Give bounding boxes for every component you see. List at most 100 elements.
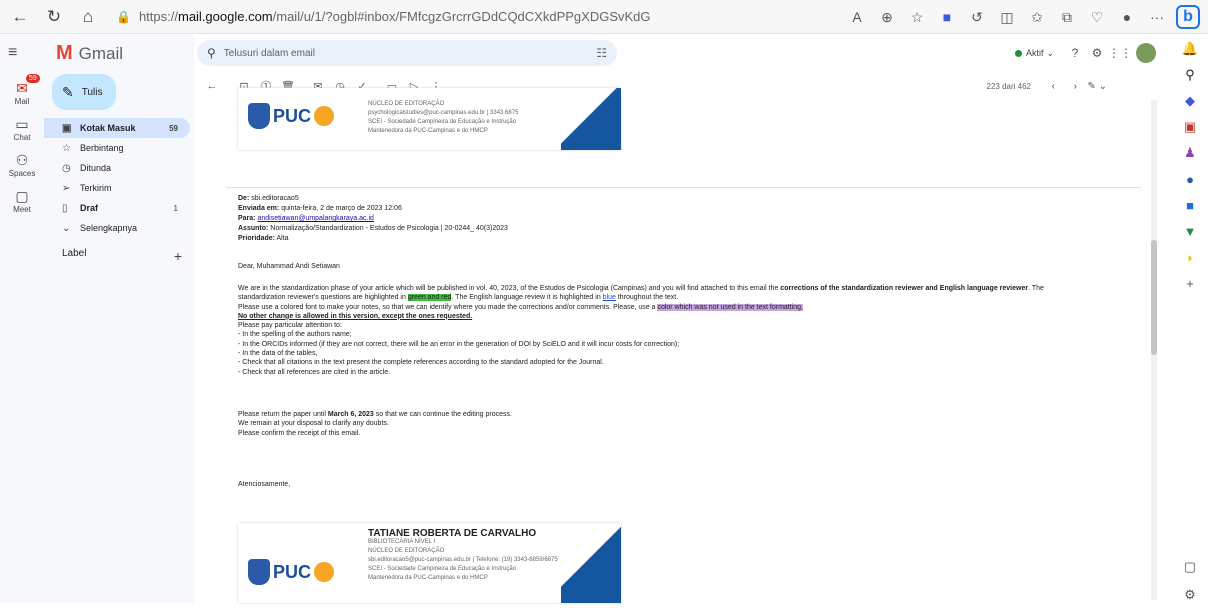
signature-wave: [561, 523, 621, 603]
signature-wave: [561, 88, 621, 150]
labels-title: Label: [62, 248, 87, 259]
subject-value: Normalização/Standardization - Estudos d…: [270, 225, 508, 232]
crest-icon: [248, 559, 270, 585]
performance-icon[interactable]: ♡: [1082, 0, 1112, 34]
list-item: - In the ORCIDs informed (if they are no…: [238, 340, 680, 348]
apps-icon[interactable]: ⋮⋮: [1108, 46, 1132, 60]
favorites-icon[interactable]: ✩: [1022, 0, 1052, 34]
meet-icon: ▢: [15, 188, 29, 204]
collections-icon[interactable]: ⧉: [1052, 0, 1082, 34]
sig-line: Mantenedora da PUC-Campinas e do HMCP: [368, 128, 488, 134]
sidebar-item-starred[interactable]: ☆ Berbintang: [44, 138, 190, 158]
sent-value: quinta-feira, 2 de março de 2023 12:06: [281, 205, 402, 212]
sidebar-settings-icon[interactable]: ⚙: [1172, 582, 1208, 608]
lock-icon: 🔒: [116, 9, 131, 24]
edge-sidebar: 🔔 ⚲ ◆ ▣ ♟ ● ■ ▼ ◗ + ▢ ⚙: [1172, 34, 1208, 603]
pencil-icon: ✎: [62, 83, 74, 100]
sidebar-item-inbox[interactable]: ▣ Kotak Masuk 59: [44, 118, 190, 138]
gmail-logo[interactable]: M Gmail: [56, 42, 123, 65]
compose-label: Tulis: [81, 86, 103, 98]
chevron-down-icon: ⌄: [62, 222, 71, 234]
priority-label: Prioridade:: [238, 235, 275, 242]
blue-highlight: blue: [602, 294, 616, 302]
search-input[interactable]: Telusuri dalam email: [224, 48, 315, 59]
bing-icon[interactable]: b: [1176, 5, 1200, 29]
sig-line: SCEI - Sociedade Campineira de Educação …: [368, 566, 517, 572]
body-text: so that we can continue the editing proc…: [373, 411, 512, 418]
add-app-icon[interactable]: +: [1172, 270, 1208, 296]
body-text: We remain at your disposal to clarify an…: [238, 420, 389, 428]
notifications-icon[interactable]: 🔔: [1172, 36, 1208, 62]
office-icon[interactable]: ●: [1172, 166, 1208, 192]
status-selector[interactable]: Aktif ⌄: [1014, 48, 1054, 59]
extension-icon[interactable]: ■: [932, 0, 962, 34]
compose-button[interactable]: ✎ Tulis: [52, 74, 116, 110]
sidebar-item-label: Draf: [80, 203, 99, 213]
drafts-count: 1: [173, 203, 178, 213]
tag-icon[interactable]: ◆: [1172, 88, 1208, 114]
sidebar-layout-icon[interactable]: ▢: [1172, 554, 1208, 580]
outlook-icon[interactable]: ■: [1172, 192, 1208, 218]
message-count: 223 dari 462: [986, 81, 1031, 91]
subject-label: Assunto:: [238, 225, 269, 232]
body-text: We are in the standardization phase of y…: [238, 285, 781, 292]
from-value: sbi.editoracao5: [251, 195, 299, 202]
sig-line: SCEI - Sociedade Campineira de Educação …: [368, 119, 517, 125]
signature-name: TATIANE ROBERTA DE CARVALHO: [368, 528, 537, 539]
sidebar-item-snoozed[interactable]: ◷ Ditunda: [44, 158, 190, 178]
reload-icon[interactable]: ↻: [40, 3, 68, 31]
menu-icon[interactable]: ≡: [8, 44, 17, 62]
search-bar[interactable]: ⚲ Telusuri dalam email ☷: [197, 40, 617, 66]
rail-mail-label: Mail: [14, 97, 30, 106]
split-screen-icon[interactable]: ◫: [992, 0, 1022, 34]
spaces-icon: ⚇: [15, 152, 29, 168]
add-label-icon[interactable]: +: [174, 248, 182, 264]
priority-value: Alta: [276, 235, 289, 242]
rail-mail[interactable]: ✉ 59 Mail: [0, 74, 44, 106]
next-icon[interactable]: ›: [1074, 81, 1077, 92]
help-icon[interactable]: ?: [1064, 46, 1086, 60]
to-link[interactable]: andisetiawan@umpalangkaraya.ac.id: [257, 215, 373, 222]
send-icon: ➢: [62, 182, 71, 194]
back-icon[interactable]: ←: [6, 3, 34, 31]
shopping-icon[interactable]: ▣: [1172, 114, 1208, 140]
home-icon[interactable]: ⌂: [74, 3, 102, 31]
profile-icon[interactable]: ●: [1112, 0, 1142, 34]
body-underlined: No other change is allowed in this versi…: [238, 312, 473, 320]
scrollbar-thumb[interactable]: [1151, 240, 1157, 355]
address-bar[interactable]: 🔒 https://mail.google.com/mail/u/1/?ogbl…: [116, 9, 651, 24]
body-bold: corrections of the standardization revie…: [780, 285, 1029, 292]
search-options-icon[interactable]: ☷: [596, 46, 607, 60]
more-icon[interactable]: ···: [1142, 0, 1172, 34]
search-icon[interactable]: ⚲: [1172, 62, 1208, 88]
tools-icon[interactable]: ◗: [1172, 244, 1208, 270]
body-text: standardization reviewer's questions are…: [238, 294, 408, 302]
sidebar-item-label: Terkirim: [80, 183, 112, 193]
sidebar-item-drafts[interactable]: ▯ Draf 1: [44, 198, 190, 218]
read-aloud-icon[interactable]: A: [842, 0, 872, 34]
rail-spaces[interactable]: ⚇ Spaces: [0, 152, 44, 178]
list-item: - In the spelling of the authors name;: [238, 331, 352, 339]
search-icon[interactable]: ⚲: [207, 46, 216, 60]
sig-line: Mantenedora da PUC-Campinas e do HMCP: [368, 575, 488, 581]
sidebar-item-sent[interactable]: ➢ Terkirim: [44, 178, 190, 198]
greeting: Dear, Muhammad Andi Setiawan: [238, 263, 340, 270]
body-text: Please confirm the receipt of this email…: [238, 429, 361, 437]
url-host: mail.google.com: [177, 9, 273, 24]
rail-chat[interactable]: ▭ Chat: [0, 116, 44, 142]
puc-logo: PUC: [248, 103, 335, 129]
prev-icon[interactable]: ‹: [1052, 81, 1055, 92]
settings-icon[interactable]: ⚙: [1086, 46, 1108, 60]
refresh-extension-icon[interactable]: ↺: [962, 0, 992, 34]
back-arrow-icon[interactable]: ←: [201, 80, 223, 92]
games-icon[interactable]: ♟: [1172, 140, 1208, 166]
zoom-icon[interactable]: ⊕: [872, 0, 902, 34]
input-tools-icon[interactable]: ✎ ⌄: [1087, 81, 1107, 92]
avatar[interactable]: [1136, 43, 1156, 63]
favorite-star-icon[interactable]: ☆: [902, 0, 932, 34]
list-item: - Check that all references are cited in…: [238, 368, 391, 376]
rail-meet[interactable]: ▢ Meet: [0, 188, 44, 214]
sidebar-item-more[interactable]: ⌄ Selengkapnya: [44, 218, 190, 238]
puc-emblem-icon: [314, 562, 335, 582]
drop-icon[interactable]: ▼: [1172, 218, 1208, 244]
